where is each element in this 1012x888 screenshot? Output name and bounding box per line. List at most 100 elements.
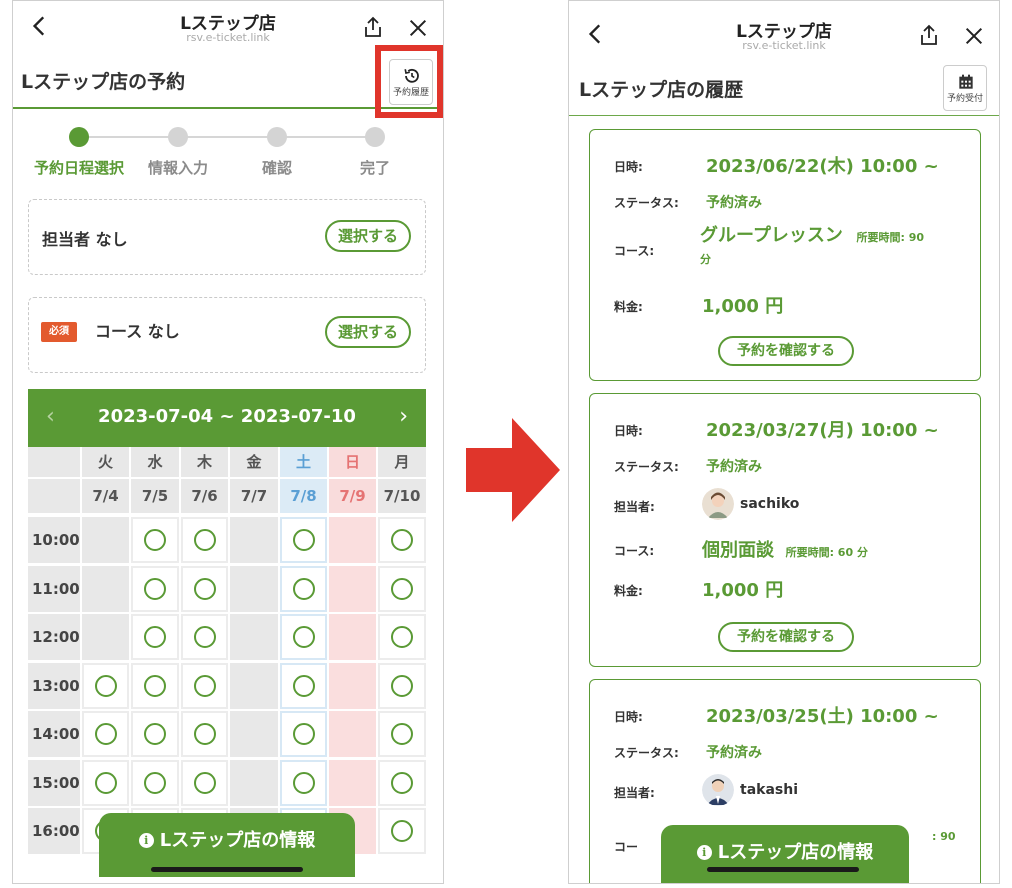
weekday-label: 月 bbox=[378, 447, 426, 477]
available-slot[interactable] bbox=[131, 614, 179, 660]
close-icon[interactable] bbox=[963, 25, 985, 47]
available-slot[interactable] bbox=[82, 759, 129, 806]
available-slot[interactable] bbox=[378, 662, 426, 709]
date-label: 7/5 bbox=[131, 479, 179, 513]
unavailable-slot bbox=[329, 565, 376, 612]
date-label: 7/10 bbox=[378, 479, 426, 513]
available-slot[interactable] bbox=[82, 662, 129, 709]
time-label: 15:00 bbox=[28, 759, 80, 806]
date-label: 7/9 bbox=[329, 479, 376, 513]
info-icon: i bbox=[138, 833, 154, 848]
weekday-header-row: 火水木金土日月 bbox=[28, 447, 426, 477]
course-label: コース: bbox=[614, 544, 655, 558]
course-value: グループレッスン 所要時間: 90 分 bbox=[700, 226, 970, 270]
date-label: 7/6 bbox=[181, 479, 228, 513]
available-slot[interactable] bbox=[131, 565, 179, 612]
available-icon bbox=[144, 626, 166, 648]
course-duration-partial: : 90 bbox=[932, 830, 956, 843]
available-slot[interactable] bbox=[181, 565, 228, 612]
available-slot[interactable] bbox=[181, 662, 228, 709]
fee-value: 1,000 円 bbox=[702, 580, 784, 601]
unavailable-slot bbox=[82, 517, 129, 563]
unavailable-slot bbox=[230, 711, 278, 757]
select-staff-button[interactable]: 選択する bbox=[325, 220, 411, 252]
available-slot[interactable] bbox=[131, 517, 179, 563]
available-slot[interactable] bbox=[131, 759, 179, 806]
time-row: 12:00 bbox=[28, 614, 426, 660]
confirm-reservation-button[interactable]: 予約を確認する bbox=[718, 336, 854, 366]
time-label: 11:00 bbox=[28, 565, 80, 612]
unavailable-slot bbox=[329, 517, 376, 563]
time-row: 13:00 bbox=[28, 662, 426, 709]
available-slot[interactable] bbox=[181, 759, 228, 806]
staff-label: 担当者: bbox=[614, 786, 655, 800]
next-week-button[interactable]: › bbox=[399, 404, 408, 429]
share-icon[interactable] bbox=[917, 23, 941, 47]
course-label-partial: コー bbox=[614, 840, 639, 854]
date-header-row: 7/4 7/5 7/6 7/7 7/8 7/9 7/10 bbox=[28, 479, 426, 513]
available-slot[interactable] bbox=[131, 711, 179, 757]
header-corner bbox=[28, 447, 80, 477]
available-slot[interactable] bbox=[280, 711, 327, 757]
share-icon[interactable] bbox=[361, 15, 385, 39]
available-slot[interactable] bbox=[280, 614, 327, 660]
required-badge: 必須 bbox=[41, 322, 77, 342]
unavailable-slot bbox=[230, 565, 278, 612]
step-dot-3 bbox=[267, 127, 287, 147]
highlight-frame bbox=[375, 45, 443, 118]
available-slot[interactable] bbox=[181, 517, 228, 563]
available-icon bbox=[144, 674, 166, 697]
date-label: 7/7 bbox=[230, 479, 278, 513]
status-value: 予約済み bbox=[706, 459, 762, 475]
available-icon bbox=[292, 626, 315, 648]
home-indicator bbox=[707, 867, 859, 872]
history-card: 日時: 2023/06/22(木) 10:00 ~ ステータス: 予約済み コー… bbox=[589, 129, 981, 381]
weekday-label: 水 bbox=[131, 447, 179, 477]
stepper-line bbox=[79, 136, 375, 138]
status-value: 予約済み bbox=[706, 745, 762, 761]
step-label-2: 情報入力 bbox=[147, 159, 208, 177]
time-label: 12:00 bbox=[28, 614, 80, 660]
available-slot[interactable] bbox=[378, 808, 426, 854]
available-slot[interactable] bbox=[280, 565, 327, 612]
time-label: 14:00 bbox=[28, 711, 80, 757]
available-slot[interactable] bbox=[280, 517, 327, 563]
transition-arrow-icon bbox=[466, 418, 560, 522]
available-slot[interactable] bbox=[280, 662, 327, 709]
available-slot[interactable] bbox=[378, 711, 426, 757]
available-slot[interactable] bbox=[378, 517, 426, 563]
time-row: 11:00 bbox=[28, 565, 426, 612]
available-icon bbox=[193, 771, 216, 794]
available-icon bbox=[94, 674, 117, 697]
available-slot[interactable] bbox=[378, 565, 426, 612]
available-icon bbox=[391, 529, 413, 551]
close-icon[interactable] bbox=[407, 17, 429, 39]
store-info-button[interactable]: i Lステップ店の情報 bbox=[661, 825, 909, 883]
available-slot[interactable] bbox=[378, 614, 426, 660]
page-title: Lステップ店の履歴 bbox=[579, 79, 744, 101]
available-slot[interactable] bbox=[181, 614, 228, 660]
select-course-button[interactable]: 選択する bbox=[325, 316, 411, 348]
available-slot[interactable] bbox=[181, 711, 228, 757]
available-slot[interactable] bbox=[82, 711, 129, 757]
unavailable-slot bbox=[329, 614, 376, 660]
reservation-button[interactable]: 予約受付 bbox=[943, 65, 987, 111]
store-info-label: Lステップ店の情報 bbox=[159, 830, 316, 851]
step-label-3: 確認 bbox=[261, 159, 292, 177]
available-icon bbox=[391, 626, 413, 648]
unavailable-slot bbox=[329, 759, 376, 806]
fee-label: 料金: bbox=[614, 584, 643, 598]
header-divider bbox=[569, 115, 999, 116]
confirm-reservation-button[interactable]: 予約を確認する bbox=[718, 622, 854, 652]
weekday-label: 木 bbox=[181, 447, 228, 477]
available-slot[interactable] bbox=[131, 662, 179, 709]
available-icon bbox=[144, 529, 166, 551]
available-icon bbox=[94, 771, 117, 794]
step-dot-4 bbox=[365, 127, 385, 147]
available-slot[interactable] bbox=[280, 759, 327, 806]
available-icon bbox=[292, 529, 315, 551]
weekday-label: 土 bbox=[280, 447, 327, 477]
available-icon bbox=[144, 723, 166, 745]
time-label: 10:00 bbox=[28, 517, 80, 563]
available-slot[interactable] bbox=[378, 759, 426, 806]
